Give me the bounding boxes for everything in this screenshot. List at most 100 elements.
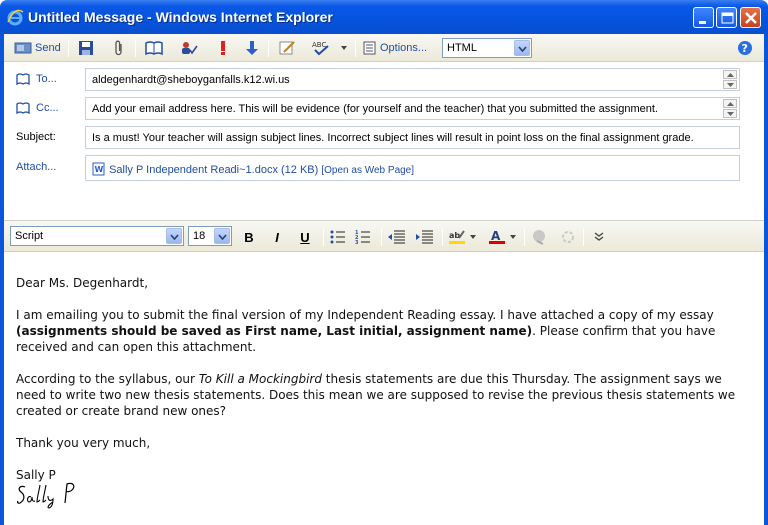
font-select[interactable]: Script — [10, 226, 184, 246]
open-as-web-page-link[interactable]: [Open as Web Page] — [321, 165, 414, 176]
minimize-button[interactable] — [693, 7, 714, 28]
numbering-button[interactable]: 123 — [355, 228, 371, 246]
font-size-select[interactable]: 18 — [188, 226, 232, 246]
font-color-dropdown[interactable] — [508, 228, 518, 246]
handwritten-signature — [17, 482, 75, 509]
greeting: Dear Ms. Degenhardt, — [16, 276, 149, 290]
underline-button[interactable]: U — [298, 228, 312, 246]
high-importance-icon — [221, 41, 225, 55]
word-document-icon: W — [92, 162, 105, 176]
remove-hyperlink-button[interactable] — [559, 228, 577, 246]
cc-field[interactable]: Add your email address here. This will b… — [85, 97, 740, 120]
toolbar-separator — [583, 228, 584, 246]
paragraph-1-bold: (assignments should be saved as First na… — [16, 324, 533, 338]
address-book-icon — [145, 41, 163, 56]
toolbar-separator — [524, 228, 525, 246]
low-importance-button[interactable] — [246, 38, 258, 58]
insert-hyperlink-button[interactable] — [531, 228, 549, 246]
chevron-down-icon — [470, 235, 476, 239]
numbered-list-icon: 123 — [355, 230, 370, 244]
format-toolbar: Script 18 B I U 123 ab A — [4, 220, 764, 252]
low-importance-icon — [246, 41, 258, 55]
spelling-button[interactable]: ABC — [312, 38, 330, 58]
check-names-icon — [182, 42, 198, 55]
attachment-name[interactable]: Sally P Independent Readi~1.docx (12 KB) — [109, 164, 318, 176]
to-button[interactable]: To... — [16, 72, 57, 86]
toolbar-separator — [442, 228, 443, 246]
help-icon: ? — [738, 41, 752, 55]
font-color-button[interactable]: A — [488, 228, 506, 246]
message-toolbar: Send ABC Options... HTML ? — [4, 34, 764, 62]
help-button[interactable]: ? — [737, 38, 753, 58]
font-select-arrow[interactable] — [166, 228, 182, 244]
toolbar-separator — [68, 39, 69, 57]
message-body[interactable]: Dear Ms. Degenhardt, I am emailing you t… — [4, 253, 764, 525]
attach-label[interactable]: Attach... — [16, 161, 56, 173]
highlight-dropdown[interactable] — [468, 228, 478, 246]
bold-button[interactable]: B — [242, 228, 256, 246]
highlight-button[interactable]: ab — [448, 228, 466, 246]
minimize-icon — [699, 21, 706, 24]
format-select-arrow[interactable] — [514, 40, 530, 56]
chevron-up-icon — [727, 73, 734, 77]
title-bar[interactable]: Untitled Message - Windows Internet Expl… — [0, 0, 768, 34]
spelling-dropdown[interactable] — [340, 38, 348, 58]
maximize-icon — [721, 12, 734, 24]
message-header: To... aldegenhardt@sheboyganfalls.k12.wi… — [4, 63, 764, 218]
address-book-button[interactable] — [145, 38, 163, 58]
scroll-up-button[interactable] — [723, 99, 737, 108]
subject-field[interactable]: Is a must! Your teacher will assign subj… — [85, 126, 740, 149]
italic-button[interactable]: I — [270, 228, 284, 246]
format-select[interactable]: HTML — [442, 38, 532, 58]
paperclip-icon — [115, 40, 122, 56]
cc-button[interactable]: Cc... — [16, 101, 59, 115]
svg-text:ab: ab — [449, 231, 460, 240]
signature-button[interactable] — [278, 38, 296, 58]
chevron-down-icon — [341, 46, 347, 50]
to-label: To... — [36, 73, 57, 85]
cc-value: Add your email address here. This will b… — [92, 103, 658, 115]
paragraph-2: According to the syllabus, our To Kill a… — [16, 371, 746, 419]
attach-button[interactable] — [112, 38, 126, 58]
increase-indent-button[interactable] — [416, 228, 434, 246]
save-button[interactable] — [78, 38, 94, 58]
address-book-icon — [16, 102, 30, 115]
chevron-down-icon — [170, 234, 179, 240]
decrease-indent-icon — [388, 230, 405, 244]
more-options-button[interactable] — [592, 228, 606, 246]
scroll-down-button[interactable] — [723, 80, 737, 89]
svg-text:ABC: ABC — [312, 41, 326, 49]
cc-scroll[interactable] — [723, 99, 737, 118]
send-button[interactable]: Send — [14, 38, 61, 58]
svg-text:3: 3 — [355, 240, 359, 244]
scroll-up-button[interactable] — [723, 70, 737, 79]
chevron-down-icon — [518, 46, 527, 52]
attachment-field[interactable]: W Sally P Independent Readi~1.docx (12 K… — [85, 155, 740, 181]
double-chevron-down-icon — [594, 232, 604, 241]
ie-logo-icon — [7, 9, 24, 26]
font-color-icon: A — [489, 229, 505, 244]
subject-value: Is a must! Your teacher will assign subj… — [92, 132, 694, 144]
options-label: Options... — [380, 42, 428, 54]
spelling-icon: ABC — [312, 41, 329, 56]
options-button[interactable]: Options... — [363, 38, 427, 58]
check-names-button[interactable] — [180, 38, 198, 58]
to-field[interactable]: aldegenhardt@sheboyganfalls.k12.wi.us — [85, 68, 740, 91]
chevron-down-icon — [727, 112, 734, 116]
highlighter-icon: ab — [449, 230, 465, 244]
unlink-icon — [562, 231, 574, 243]
to-scroll[interactable] — [723, 70, 737, 89]
toolbar-separator — [135, 39, 136, 57]
options-icon — [363, 41, 376, 55]
signature-icon — [279, 41, 295, 55]
high-importance-button[interactable] — [218, 38, 228, 58]
font-size-arrow[interactable] — [214, 228, 230, 244]
decrease-indent-button[interactable] — [388, 228, 406, 246]
scroll-down-button[interactable] — [723, 109, 737, 118]
paragraph-1: I am emailing you to submit the final ve… — [16, 307, 746, 355]
close-button[interactable] — [740, 7, 761, 28]
bullets-button[interactable] — [330, 228, 346, 246]
maximize-button[interactable] — [716, 7, 737, 28]
chevron-down-icon — [218, 234, 227, 240]
sender-name: Sally P — [16, 468, 56, 482]
